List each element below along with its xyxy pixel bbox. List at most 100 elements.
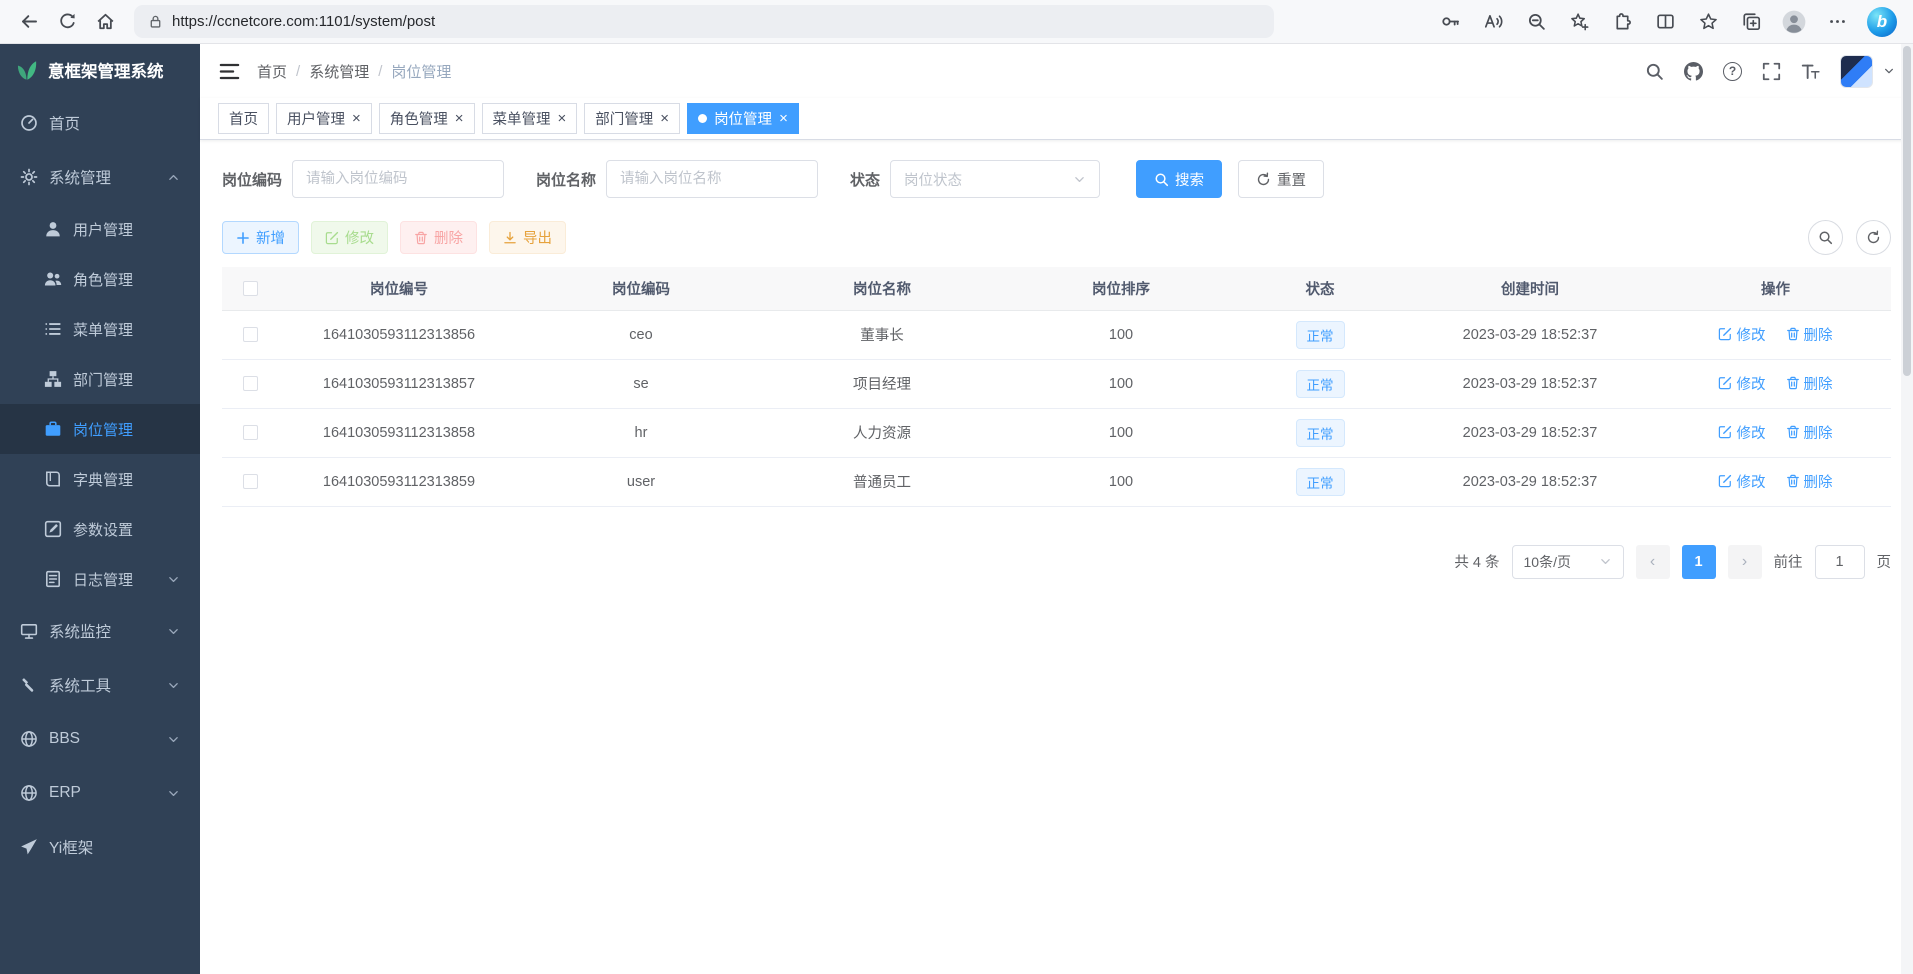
page-size-select[interactable]: 10条/页 — [1512, 545, 1624, 579]
sidebar-item-yi-framework[interactable]: Yi框架 — [0, 820, 200, 874]
sidebar-item-label: 用户管理 — [73, 219, 133, 240]
row-edit-link[interactable]: 修改 — [1718, 422, 1765, 443]
github-icon[interactable] — [1684, 62, 1703, 81]
breadcrumb-item[interactable]: 系统管理 — [309, 61, 369, 82]
reset-button[interactable]: 重置 — [1238, 160, 1324, 198]
monitor-icon — [20, 622, 38, 640]
active-dot — [698, 114, 707, 123]
post-code-input[interactable] — [292, 160, 504, 198]
field-label-post-code: 岗位编码 — [222, 169, 282, 190]
sidebar-item-bbs[interactable]: BBS — [0, 712, 200, 766]
user-icon — [44, 220, 62, 238]
edit-button[interactable]: 修改 — [311, 221, 388, 254]
sidebar-item-user-management[interactable]: 用户管理 — [0, 204, 200, 254]
cell-post-code: se — [520, 359, 762, 408]
sidebar-item-system-monitor[interactable]: 系统监控 — [0, 604, 200, 658]
page-number-1[interactable]: 1 — [1682, 545, 1716, 579]
tab-dept-management[interactable]: 部门管理 × — [584, 103, 680, 134]
row-edit-link[interactable]: 修改 — [1718, 471, 1765, 492]
table-row[interactable]: 1641030593112313857 se 项目经理 100 正常 2023-… — [222, 359, 1891, 408]
sidebar-item-param-settings[interactable]: 参数设置 — [0, 504, 200, 554]
scrollbar-thumb[interactable] — [1903, 46, 1911, 376]
add-favorite-icon[interactable] — [1560, 4, 1598, 40]
row-delete-link[interactable]: 删除 — [1786, 324, 1833, 345]
collections-icon[interactable] — [1732, 4, 1770, 40]
export-button[interactable]: 导出 — [489, 221, 566, 254]
close-icon[interactable]: × — [660, 111, 669, 126]
tab-role-management[interactable]: 角色管理 × — [379, 103, 475, 134]
sidebar-item-system-management[interactable]: 系统管理 — [0, 150, 200, 204]
zoom-icon[interactable] — [1517, 4, 1555, 40]
sidebar-item-log-management[interactable]: 日志管理 — [0, 554, 200, 604]
row-checkbox[interactable] — [243, 425, 258, 440]
next-page-button[interactable]: › — [1728, 545, 1762, 579]
saved-passwords-icon[interactable] — [1431, 4, 1469, 40]
tab-home[interactable]: 首页 — [218, 103, 269, 134]
sidebar-item-label: 日志管理 — [73, 569, 133, 590]
search-icon[interactable] — [1645, 62, 1664, 81]
sidebar-toggle-icon[interactable] — [218, 60, 241, 83]
sidebar-item-role-management[interactable]: 角色管理 — [0, 254, 200, 304]
sidebar-item-erp[interactable]: ERP — [0, 766, 200, 820]
row-delete-link[interactable]: 删除 — [1786, 422, 1833, 443]
close-icon[interactable]: × — [779, 111, 788, 126]
chevron-down-icon[interactable] — [1883, 65, 1895, 77]
user-avatar[interactable] — [1840, 55, 1873, 88]
select-all-checkbox[interactable] — [243, 281, 258, 296]
breadcrumb-item[interactable]: 首页 — [257, 61, 287, 82]
field-label-post-name: 岗位名称 — [536, 169, 596, 190]
tab-menu-management[interactable]: 菜单管理 × — [482, 103, 578, 134]
window-scrollbar[interactable] — [1901, 44, 1913, 974]
tab-post-management[interactable]: 岗位管理 × — [687, 103, 799, 134]
row-checkbox[interactable] — [243, 474, 258, 489]
browser-back-button[interactable] — [10, 4, 48, 40]
favorites-icon[interactable] — [1689, 4, 1727, 40]
browser-profile-avatar[interactable] — [1775, 4, 1813, 40]
chevron-down-icon — [167, 573, 180, 586]
sidebar-item-system-tools[interactable]: 系统工具 — [0, 658, 200, 712]
bing-icon[interactable]: b — [1867, 7, 1897, 37]
sidebar-item-post-management[interactable]: 岗位管理 — [0, 404, 200, 454]
sidebar-item-dict-management[interactable]: 字典管理 — [0, 454, 200, 504]
row-checkbox[interactable] — [243, 327, 258, 342]
add-button[interactable]: 新增 — [222, 221, 299, 254]
browser-menu-icon[interactable] — [1818, 4, 1856, 40]
app-logo[interactable]: 意框架管理系统 — [0, 44, 200, 96]
help-icon[interactable]: ? — [1723, 62, 1742, 81]
refresh-table-button[interactable] — [1856, 220, 1891, 255]
show-search-toggle-button[interactable] — [1808, 220, 1843, 255]
fullscreen-icon[interactable] — [1762, 62, 1781, 81]
table-row[interactable]: 1641030593112313858 hr 人力资源 100 正常 2023-… — [222, 408, 1891, 457]
row-delete-link[interactable]: 删除 — [1786, 471, 1833, 492]
status-select[interactable]: 岗位状态 — [890, 160, 1100, 198]
close-icon[interactable]: × — [352, 111, 361, 126]
prev-page-button[interactable]: ‹ — [1636, 545, 1670, 579]
sidebar-item-menu-management[interactable]: 菜单管理 — [0, 304, 200, 354]
table-row[interactable]: 1641030593112313859 user 普通员工 100 正常 202… — [222, 457, 1891, 506]
extensions-icon[interactable] — [1603, 4, 1641, 40]
split-screen-icon[interactable] — [1646, 4, 1684, 40]
lock-icon — [148, 14, 163, 29]
table-row[interactable]: 1641030593112313856 ceo 董事长 100 正常 2023-… — [222, 310, 1891, 359]
chevron-down-icon — [167, 787, 180, 800]
close-icon[interactable]: × — [455, 111, 464, 126]
sidebar-item-dept-management[interactable]: 部门管理 — [0, 354, 200, 404]
sidebar-item-home[interactable]: 首页 — [0, 96, 200, 150]
browser-home-button[interactable] — [86, 4, 124, 40]
tab-user-management[interactable]: 用户管理 × — [276, 103, 372, 134]
read-aloud-icon[interactable] — [1474, 4, 1512, 40]
status-select-placeholder: 岗位状态 — [904, 169, 962, 190]
search-button[interactable]: 搜索 — [1136, 160, 1222, 198]
row-edit-link[interactable]: 修改 — [1718, 373, 1765, 394]
cell-created: 2023-03-29 18:52:37 — [1400, 310, 1660, 359]
row-checkbox[interactable] — [243, 376, 258, 391]
row-delete-link[interactable]: 删除 — [1786, 373, 1833, 394]
font-size-icon[interactable] — [1801, 62, 1820, 81]
browser-refresh-button[interactable] — [48, 4, 86, 40]
delete-button[interactable]: 删除 — [400, 221, 477, 254]
close-icon[interactable]: × — [558, 111, 567, 126]
goto-page-input[interactable] — [1815, 545, 1865, 579]
row-edit-link[interactable]: 修改 — [1718, 324, 1765, 345]
address-bar[interactable]: https://ccnetcore.com:1101/system/post — [134, 5, 1274, 38]
post-name-input[interactable] — [606, 160, 818, 198]
